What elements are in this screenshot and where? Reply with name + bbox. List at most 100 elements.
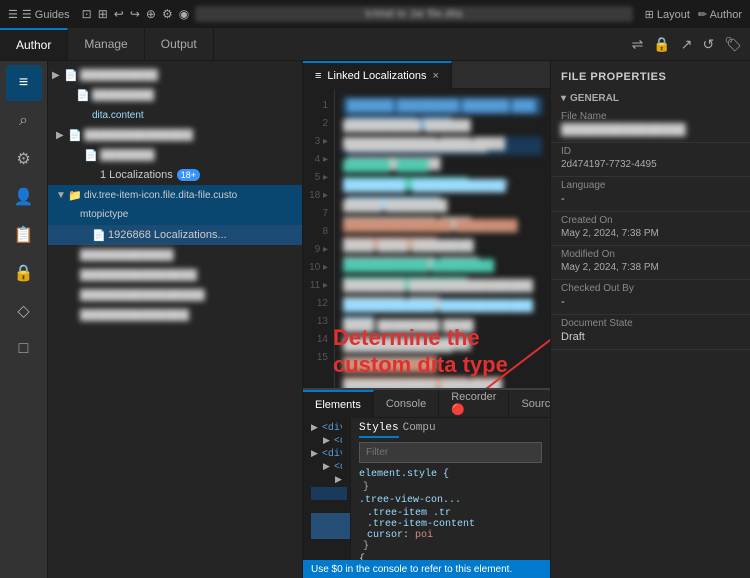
tree-item[interactable]: 📄 ███████ xyxy=(48,145,302,165)
editor-content[interactable]: ██████ ████████ ██████ ███ █████████ ███… xyxy=(335,89,550,388)
author-label[interactable]: ✏ Author xyxy=(698,8,742,21)
tree-arrow-icon: ▶ xyxy=(56,130,68,141)
html-line-highlighted: ▶ <div class="tree-item is-selected" id=… xyxy=(311,487,347,500)
settings-icon[interactable]: ⚙ xyxy=(162,7,173,21)
style-rule-close: } xyxy=(359,541,542,552)
line-number: 1 xyxy=(303,97,334,115)
language-label: Language xyxy=(561,180,740,191)
tree-item[interactable]: ███████████████ xyxy=(48,265,302,285)
tree-item[interactable]: 1 Localizations 18+ xyxy=(48,165,302,185)
id-label: ID xyxy=(561,146,740,157)
app-bar-right: ⊞ Layout ✏ Author xyxy=(645,8,742,21)
line-number: 11 ▸ xyxy=(303,277,334,295)
tree-item-label: 1926868 Localizations... xyxy=(108,229,227,241)
guides-menu[interactable]: ☰ ☰ Guides xyxy=(8,8,70,21)
style-rule: .tree-view-con... xyxy=(359,493,542,508)
document-state-label: Document State xyxy=(561,318,740,329)
redo-icon[interactable]: ↪ xyxy=(130,7,140,21)
diamond-icon-btn[interactable]: ◇ xyxy=(6,293,42,329)
tree-item-selected-cont[interactable]: mtopictype xyxy=(48,205,302,225)
save-icon[interactable]: ⊡ xyxy=(82,7,92,21)
tab-author[interactable]: Author xyxy=(0,28,68,60)
content-line: ██████████ ██████ ████████████ ████ ████ xyxy=(343,117,542,135)
export-icon[interactable]: ↗ xyxy=(681,36,693,53)
grid-icon[interactable]: ⊞ xyxy=(98,7,108,21)
styles-filter-input[interactable] xyxy=(359,442,542,463)
editor-tab-active[interactable]: ≡ Linked Localizations × xyxy=(303,61,452,89)
devtools-content: ▶ <div class="tree-item has-children" id… xyxy=(303,418,550,560)
content-line: ██████████████ ████████ ████████████ xyxy=(343,217,542,235)
tree-item-label: div.tree-item-icon.file.dita-file.custo xyxy=(84,190,237,201)
tree-item[interactable]: ▶ 📄 ██████████████ xyxy=(48,125,302,145)
devtools-tab-elements[interactable]: Elements xyxy=(303,390,374,418)
tab-output[interactable]: Output xyxy=(145,28,214,60)
tree-item[interactable]: dita.content xyxy=(48,105,302,125)
tree-container: ▶ 📄 ██████████ 📄 ████████ dita.content ▶… xyxy=(48,61,302,578)
lock-icon-btn[interactable]: 🔒 xyxy=(6,255,42,291)
devtools-html-panel[interactable]: ▶ <div class="tree-item has-children" id… xyxy=(303,418,350,560)
find-icon[interactable]: ⊕ xyxy=(146,7,156,21)
file-properties-header: FILE PROPERTIES xyxy=(551,61,750,89)
tree-item-child[interactable]: 📄 1926868 Localizations... xyxy=(48,225,302,245)
devtools-tab-console[interactable]: Console xyxy=(374,390,439,418)
count-badge: 18+ xyxy=(177,169,200,181)
tree-item-label: ███████████████ xyxy=(80,269,197,281)
devtools-tab-recorder[interactable]: Recorder 🔴 xyxy=(439,390,509,418)
line-number: 13 xyxy=(303,313,334,331)
tree-item-label-cont: mtopictype xyxy=(56,209,128,220)
tree-item-label: 1 Localizations xyxy=(100,169,173,181)
explorer-icon-btn[interactable]: ≡ xyxy=(6,65,42,101)
line-number: 14 xyxy=(303,331,334,349)
style-rule: { xyxy=(359,552,542,560)
tree-item[interactable]: ██████████████ xyxy=(48,305,302,325)
tree-item-label: ████████ xyxy=(92,89,154,101)
line-number: 5 ▸ xyxy=(303,169,334,187)
app-toolbar: ⊡ ⊞ ↩ ↪ ⊕ ⚙ ◉ tcMail to Jar file.dita xyxy=(82,6,633,22)
clipboard-icon-btn[interactable]: 📋 xyxy=(6,217,42,253)
editor-tab-close[interactable]: × xyxy=(433,70,439,82)
user-icon-btn[interactable]: 👤 xyxy=(6,179,42,215)
html-line: ▶ <div class="tree-item-main" > </div> f… xyxy=(311,435,342,448)
play-icon[interactable]: ◉ xyxy=(179,7,189,21)
file-tree-sidebar: ▶ 📄 ██████████ 📄 ████████ dita.content ▶… xyxy=(48,61,303,578)
content-line: ████████████ ████████████ ████ xyxy=(343,297,542,315)
content-line: ██████ "████" ████████████████ xyxy=(343,157,542,175)
line-number: 9 ▸ xyxy=(303,241,334,259)
tree-item[interactable]: ████████████ xyxy=(48,245,302,265)
file-icon: 📄 xyxy=(76,89,92,102)
line-number: 4 ▸ xyxy=(303,151,334,169)
created-on-label: Created On xyxy=(561,215,740,226)
settings-icon-btn[interactable]: ⚙ xyxy=(6,141,42,177)
content-line: ████ ████████ ████ ████████████ ████ xyxy=(343,317,542,335)
square-icon-btn[interactable]: □ xyxy=(6,331,42,367)
styles-tab[interactable]: Styles xyxy=(359,422,399,438)
layout-label[interactable]: ⊞ Layout xyxy=(645,8,690,21)
computed-tab[interactable]: Compu xyxy=(403,422,436,438)
history-icon[interactable]: ↺ xyxy=(702,36,714,53)
lock-icon[interactable]: 🔒 xyxy=(653,36,670,53)
tree-item-label: ██████████ xyxy=(80,69,158,81)
devtools-tab-sources[interactable]: Sources xyxy=(509,390,550,418)
tab-manage[interactable]: Manage xyxy=(68,28,144,60)
left-icon-bar: ≡ ⌕ ⚙ 👤 📋 🔒 ◇ □ xyxy=(0,61,48,578)
style-property: cursor: poi xyxy=(359,530,542,541)
file-properties-panel: FILE PROPERTIES ▾ GENERAL File Name ████… xyxy=(550,61,750,578)
style-rule-close: } xyxy=(359,482,542,493)
language-field: Language - xyxy=(551,177,750,212)
folder-open-icon: 📁 xyxy=(68,189,84,202)
general-section-label: ▾ GENERAL xyxy=(551,89,750,108)
content-line: ███████████ ████████ ████████████████ xyxy=(343,257,542,275)
tree-item-label: ██████████████ xyxy=(84,129,193,141)
html-line: ▶ <div class="tree-item has-children" ar… xyxy=(311,448,342,461)
language-value: - xyxy=(561,193,740,205)
tree-item[interactable]: 📄 ████████ xyxy=(48,85,302,105)
undo-icon[interactable]: ↩ xyxy=(114,7,124,21)
tree-item[interactable]: ▶ 📄 ██████████ xyxy=(48,65,302,85)
tree-item-selected[interactable]: ▼ 📁 div.tree-item-icon.file.dita-file.cu… xyxy=(48,185,302,205)
devtools-status-text: Use $0 in the console to refer to this e… xyxy=(311,564,512,575)
align-icon[interactable]: ⇌ xyxy=(632,36,644,53)
search-icon-btn[interactable]: ⌕ xyxy=(6,103,42,139)
tree-item[interactable]: ████████████████ xyxy=(48,285,302,305)
created-on-value: May 2, 2024, 7:38 PM xyxy=(561,228,740,239)
tag-icon[interactable]: 🏷 xyxy=(724,36,742,53)
